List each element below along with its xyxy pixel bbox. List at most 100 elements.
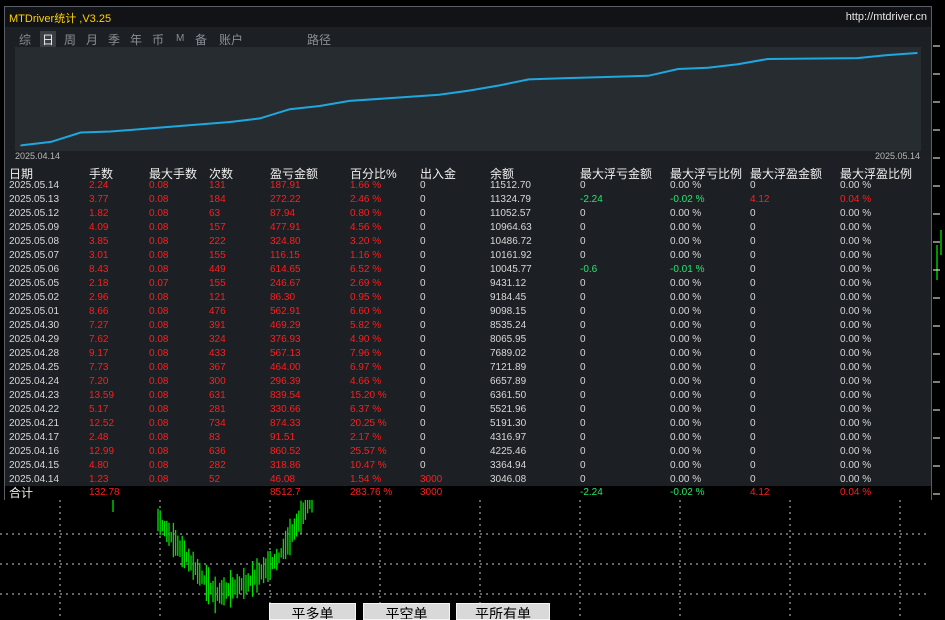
- cell-count: 476: [209, 306, 226, 317]
- app-title: MTDriver统计 ,V3.25: [9, 13, 112, 25]
- cell-max-float-loss-pct: 0.00 %: [670, 376, 702, 387]
- equity-point: [856, 57, 859, 59]
- cell-max-float-loss-pct: 0.00 %: [670, 236, 702, 247]
- cell-pnl: 87.94: [270, 208, 296, 219]
- cell-max-float-loss-pct: 0.00 %: [670, 292, 702, 303]
- cell-max-float-loss: 0: [580, 432, 586, 443]
- cell-percent: 5.82 %: [350, 320, 382, 331]
- cell-percent: 3.20 %: [350, 236, 382, 247]
- cell-count: 734: [209, 418, 226, 429]
- cell-lots: 4.80: [89, 460, 109, 471]
- cell-date: 2025.04.23: [9, 390, 60, 401]
- tab-month[interactable]: 月: [86, 31, 98, 48]
- cell-pnl: 874.33: [270, 418, 301, 429]
- cell-lots: 1.23: [89, 474, 109, 485]
- cell-percent: 6.60 %: [350, 306, 382, 317]
- cell-date: 2025.04.17: [9, 432, 60, 443]
- cell-max-float-loss: 0: [580, 418, 586, 429]
- cell-max-float-loss-pct: 0.00 %: [670, 474, 702, 485]
- cell-max-float-profit: 0: [750, 250, 756, 261]
- cell-max-float-profit-pct: 0.00 %: [840, 222, 872, 233]
- cell-max-float-loss: 0: [580, 208, 586, 219]
- tab-day[interactable]: 日: [40, 31, 57, 48]
- cell-max-float-loss: 0: [580, 278, 586, 289]
- close-all-orders-button[interactable]: 平所有单: [456, 603, 550, 620]
- tab-quarter[interactable]: 季: [108, 31, 120, 48]
- cell-count: 281: [209, 404, 226, 415]
- cell-max-float-profit: 0: [750, 418, 756, 429]
- cell-max-float-profit: 0: [750, 348, 756, 359]
- cell-max-float-loss: 0: [580, 334, 586, 345]
- cell-max-float-loss-pct: 0.00 %: [670, 278, 702, 289]
- cell-max-float-profit-pct: 0.00 %: [840, 278, 872, 289]
- cell-date: 2025.05.02: [9, 292, 60, 303]
- equity-point: [289, 108, 291, 111]
- background-grid: [0, 500, 930, 618]
- table-row: 2025.05.05 2.18 0.07 155 246.67 2.69 % 0 9431.1…: [5, 277, 931, 291]
- tab-summary[interactable]: 综: [19, 31, 31, 48]
- cell-date: 2025.05.06: [9, 264, 60, 275]
- cell-balance: 10964.63: [490, 222, 532, 233]
- cell-max-float-loss: 0: [580, 376, 586, 387]
- cell-lots: 1.82: [89, 208, 109, 219]
- tab-m[interactable]: M: [176, 33, 184, 44]
- cell-max-float-profit-pct: 0.00 %: [840, 208, 872, 219]
- cell-date: 2025.05.14: [9, 180, 60, 191]
- cell-percent: 2.69 %: [350, 278, 382, 289]
- tab-currency[interactable]: 币: [152, 31, 164, 48]
- cell-percent: 6.97 %: [350, 362, 382, 373]
- cell-max-float-loss: 0: [580, 306, 586, 317]
- total-lots: 132.78: [89, 487, 120, 498]
- tab-note[interactable]: 备: [195, 31, 207, 48]
- cell-percent: 20.25 %: [350, 418, 387, 429]
- cell-max-lots: 0.08: [149, 376, 169, 387]
- cell-max-float-loss: 0: [580, 390, 586, 401]
- cell-pnl: 318.86: [270, 460, 301, 471]
- cell-deposit: 0: [420, 208, 426, 219]
- tab-year[interactable]: 年: [130, 31, 142, 48]
- cell-pnl: 567.13: [270, 348, 301, 359]
- cell-max-float-loss-pct: 0.00 %: [670, 362, 702, 373]
- cell-percent: 2.17 %: [350, 432, 382, 443]
- tab-path[interactable]: 路径: [307, 31, 331, 48]
- close-sell-orders-button[interactable]: 平空单: [363, 603, 450, 620]
- cell-pnl: 272.22: [270, 194, 301, 205]
- close-buy-orders-button[interactable]: 平多单: [269, 603, 356, 620]
- equity-point: [318, 105, 321, 107]
- total-max-float-loss: -2.24: [580, 487, 603, 498]
- equity-point: [79, 131, 82, 134]
- cell-percent: 7.96 %: [350, 348, 382, 359]
- cell-pnl: 324.80: [270, 236, 301, 247]
- tab-account[interactable]: 账户: [219, 31, 243, 48]
- tab-week[interactable]: 周: [64, 31, 76, 48]
- cell-deposit: 0: [420, 348, 426, 359]
- cell-max-float-profit: 0: [750, 306, 756, 317]
- cell-max-float-profit: 0: [750, 292, 756, 303]
- cell-max-lots: 0.08: [149, 348, 169, 359]
- equity-point: [229, 121, 231, 123]
- cell-max-float-profit-pct: 0.00 %: [840, 446, 872, 457]
- price-scale: [933, 40, 945, 300]
- cell-percent: 2.46 %: [350, 194, 382, 205]
- cell-deposit: 0: [420, 222, 426, 233]
- cell-max-float-loss: -2.24: [580, 194, 603, 205]
- cell-max-float-loss-pct: 0.00 %: [670, 306, 702, 317]
- cell-date: 2025.04.25: [9, 362, 60, 373]
- cell-lots: 7.27: [89, 320, 109, 331]
- cell-count: 300: [209, 376, 226, 387]
- app-url-link[interactable]: http://mtdriver.cn: [846, 11, 927, 23]
- cell-lots: 12.52: [89, 418, 115, 429]
- cell-pnl: 562.91: [270, 306, 301, 317]
- cell-count: 449: [209, 264, 226, 275]
- cell-pnl: 246.67: [270, 278, 301, 289]
- cell-count: 282: [209, 460, 226, 471]
- cell-pnl: 86.30: [270, 292, 296, 303]
- cell-max-float-profit-pct: 0.00 %: [840, 460, 872, 471]
- table-row: 2025.04.24 7.20 0.08 300 296.39 4.66 % 0 6657.8…: [5, 375, 931, 389]
- cell-balance: 7121.89: [490, 362, 527, 373]
- cell-date: 2025.05.01: [9, 306, 60, 317]
- equity-point: [438, 93, 440, 96]
- cell-max-float-profit-pct: 0.00 %: [840, 334, 872, 345]
- table-row: 2025.04.23 13.59 0.08 631 839.54 15.20 % 0 6361…: [5, 389, 931, 403]
- cell-max-float-profit: 0: [750, 376, 756, 387]
